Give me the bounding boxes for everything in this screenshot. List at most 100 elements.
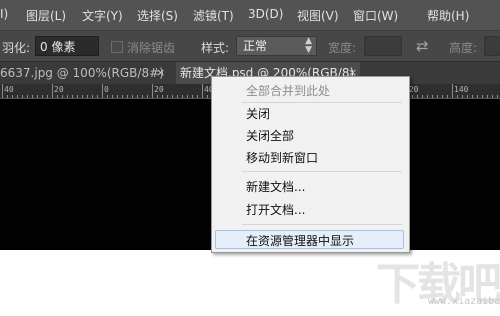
ruler-minor-tick: [432, 95, 433, 98]
ruler-minor-tick: [172, 95, 173, 98]
height-input[interactable]: [484, 36, 500, 56]
ruler-minor-tick: [437, 95, 438, 98]
menu-item-filter[interactable]: 滤镜(T): [193, 7, 234, 24]
ruler-label: 40: [4, 85, 14, 94]
menu-separator: [242, 102, 402, 103]
style-select[interactable]: 正常 ▲ ▼: [236, 36, 317, 56]
ruler-minor-tick: [82, 95, 83, 98]
ruler-minor-tick: [497, 95, 498, 98]
ruler-minor-tick: [42, 95, 43, 98]
ruler-minor-tick: [427, 95, 428, 98]
ruler-minor-tick: [137, 95, 138, 98]
ruler-label: 20: [54, 85, 64, 94]
ruler-minor-tick: [77, 95, 78, 98]
tab-label: 6637.jpg @ 100%(RGB/8#): [0, 66, 164, 80]
menu-item-type[interactable]: 文字(Y): [82, 7, 123, 24]
close-icon[interactable]: ×: [156, 62, 165, 84]
ruler-minor-tick: [177, 95, 178, 98]
width-input[interactable]: [364, 36, 402, 56]
feather-input[interactable]: 0 像素: [35, 36, 99, 56]
ruler-tick: [102, 84, 103, 98]
ruler-label: 0: [104, 85, 109, 94]
ruler-tick: [152, 84, 153, 98]
ruler-minor-tick: [192, 95, 193, 98]
ruler-minor-tick: [417, 95, 418, 98]
ruler-minor-tick: [122, 95, 123, 98]
ruler-minor-tick: [187, 95, 188, 98]
ruler-minor-tick: [67, 95, 68, 98]
ruler-minor-tick: [12, 95, 13, 98]
ruler-minor-tick: [107, 95, 108, 98]
menu-item-help[interactable]: 帮助(H): [427, 7, 469, 24]
ruler-minor-tick: [457, 95, 458, 98]
menu-item-select[interactable]: 选择(S): [137, 7, 178, 24]
ruler-minor-tick: [92, 95, 93, 98]
style-select-value: 正常: [243, 39, 268, 53]
menu-open-document[interactable]: 打开文档...: [246, 201, 305, 218]
menu-bar: I) 图层(L) 文字(Y) 选择(S) 滤镜(T) 3D(D) 视图(V) 窗…: [0, 0, 500, 31]
ruler-minor-tick: [22, 95, 23, 98]
menu-item-window[interactable]: 窗口(W): [353, 7, 398, 24]
ruler-minor-tick: [162, 95, 163, 98]
ruler-tick: [202, 84, 203, 98]
ruler-minor-tick: [182, 95, 183, 98]
ruler-minor-tick: [412, 95, 413, 98]
menu-item-layer[interactable]: 图层(L): [26, 7, 66, 24]
ruler-minor-tick: [87, 95, 88, 98]
menu-item-3d[interactable]: 3D(D): [248, 7, 283, 21]
menu-show-in-explorer[interactable]: 在资源管理器中显示: [246, 232, 354, 249]
watermark-logo: 下载吧 www.xiazaiba.com: [374, 254, 500, 312]
options-bar: 羽化: 0 像素 消除锯齿 样式: 正常 ▲ ▼ 宽度: ⇄ 高度:: [0, 31, 500, 62]
ruler-minor-tick: [47, 95, 48, 98]
ruler-minor-tick: [447, 95, 448, 98]
feather-label: 羽化:: [2, 41, 31, 55]
tab-context-menu: 全部合并到此处 关闭 关闭全部 移动到新窗口 新建文档... 打开文档... 在…: [211, 76, 410, 253]
ruler-minor-tick: [482, 95, 483, 98]
ruler-minor-tick: [487, 95, 488, 98]
ruler-minor-tick: [57, 95, 58, 98]
ruler-minor-tick: [442, 95, 443, 98]
menu-separator: [242, 224, 402, 225]
ruler-minor-tick: [477, 95, 478, 98]
style-label: 样式:: [201, 41, 230, 55]
menu-item-partial[interactable]: I): [0, 7, 8, 21]
ruler-minor-tick: [492, 95, 493, 98]
ruler-minor-tick: [197, 95, 198, 98]
ruler-minor-tick: [37, 95, 38, 98]
antialias-label: 消除锯齿: [127, 41, 176, 55]
width-label: 宽度:: [328, 41, 357, 55]
ruler-minor-tick: [142, 95, 143, 98]
menu-close[interactable]: 关闭: [246, 105, 270, 122]
menu-merge-all-here[interactable]: 全部合并到此处: [246, 82, 330, 99]
swap-icon[interactable]: ⇄: [416, 37, 429, 55]
ruler-tick: [2, 84, 3, 98]
ruler-label: 20: [154, 85, 164, 94]
ruler-minor-tick: [27, 95, 28, 98]
ruler-minor-tick: [147, 95, 148, 98]
ruler-minor-tick: [462, 95, 463, 98]
ruler-minor-tick: [132, 95, 133, 98]
ruler-minor-tick: [422, 95, 423, 98]
tab-document-1[interactable]: 6637.jpg @ 100%(RGB/8#) ×: [0, 62, 176, 84]
ruler-minor-tick: [72, 95, 73, 98]
menu-separator: [242, 171, 402, 172]
watermark-url: www.xiazaiba.com: [428, 296, 500, 307]
ruler-tick: [452, 84, 453, 98]
ruler-minor-tick: [127, 95, 128, 98]
menu-new-document[interactable]: 新建文档...: [246, 178, 305, 195]
menu-move-to-new-window[interactable]: 移动到新窗口: [246, 149, 318, 166]
ruler-minor-tick: [62, 95, 63, 98]
select-arrows-icon: ▲ ▼: [305, 36, 312, 55]
height-label: 高度:: [449, 41, 478, 55]
ruler-label: 140: [454, 85, 469, 94]
ruler-minor-tick: [117, 95, 118, 98]
menu-close-all[interactable]: 关闭全部: [246, 127, 294, 144]
ruler-minor-tick: [207, 95, 208, 98]
ruler-minor-tick: [17, 95, 18, 98]
antialias-checkbox[interactable]: [111, 41, 123, 53]
ruler-tick: [52, 84, 53, 98]
ruler-minor-tick: [472, 95, 473, 98]
menu-item-view[interactable]: 视图(V): [297, 7, 339, 24]
ruler-minor-tick: [467, 95, 468, 98]
ruler-minor-tick: [157, 95, 158, 98]
